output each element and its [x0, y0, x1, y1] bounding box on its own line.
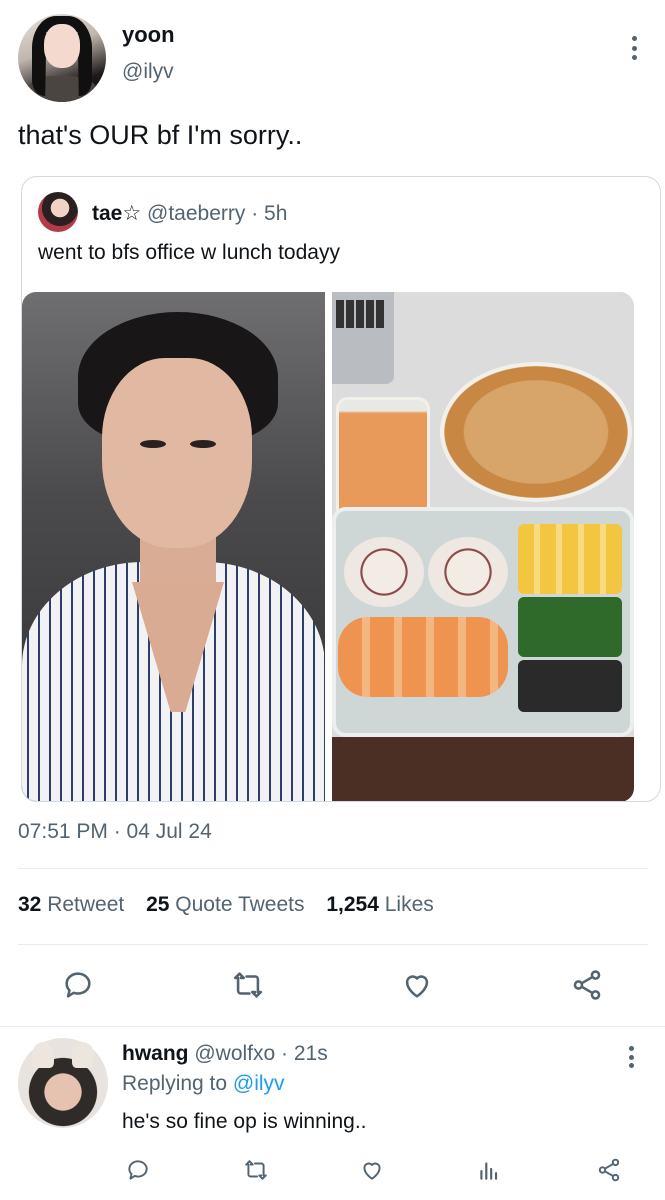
quotes-stat[interactable]: 25 Quote Tweets	[146, 893, 304, 916]
reply-icon	[65, 972, 91, 998]
reply-retweet-button[interactable]	[238, 1152, 274, 1188]
photo-soup-bowl	[440, 362, 632, 502]
author-name[interactable]: yoon	[122, 22, 175, 48]
share-icon	[598, 1158, 620, 1182]
heart-icon	[405, 975, 429, 998]
reply-author-handle[interactable]: @wolfxo	[194, 1042, 275, 1065]
reply-tweet[interactable]: hwang @wolfxo · 21s Replying to @ilyv he…	[0, 1030, 665, 1200]
author-handle[interactable]: @ilyv	[122, 60, 174, 84]
media-photo-lunch[interactable]	[332, 292, 634, 801]
retweet-button[interactable]	[225, 962, 271, 1008]
like-button[interactable]	[394, 962, 440, 1008]
share-button[interactable]	[564, 962, 610, 1008]
reply-more-options-icon[interactable]	[629, 1046, 635, 1068]
quoted-author-name: tae☆	[92, 202, 142, 225]
quoted-time-ago: · 5h	[251, 202, 288, 225]
reply-icon	[128, 1160, 148, 1180]
reply-action-bar	[0, 1152, 665, 1188]
reply-author-name[interactable]: hwang	[122, 1042, 189, 1065]
photo-laptop	[332, 292, 394, 384]
likes-stat[interactable]: 1,254 Likes	[326, 893, 433, 916]
divider	[18, 868, 648, 869]
reply-time-ago: · 21s	[281, 1042, 328, 1065]
photo-greens	[518, 597, 622, 657]
reply-analytics-button[interactable]	[471, 1152, 507, 1188]
retweet-icon	[245, 1160, 267, 1180]
photo-mushrooms	[518, 660, 622, 712]
photo-face	[102, 358, 252, 548]
tweet-timestamp: 07:51 PM · 04 Jul 24	[18, 820, 212, 843]
reply-meta: hwang @wolfxo · 21s	[122, 1042, 328, 1066]
tweet-text: that's OUR bf I'm sorry..	[18, 120, 303, 150]
reply-share-button[interactable]	[591, 1152, 627, 1188]
tweet-header: yoon @ilyv	[18, 14, 648, 106]
heart-icon	[363, 1162, 381, 1180]
photo-rice-ball	[344, 537, 424, 607]
retweet-icon	[233, 972, 263, 998]
tweet-action-bar	[0, 962, 665, 1008]
reply-reply-button[interactable]	[120, 1152, 156, 1188]
quoted-tweet-text: went to bfs office w lunch todayy	[38, 241, 340, 264]
reply-text: he's so fine op is winning..	[122, 1110, 367, 1133]
quoted-tweet-card[interactable]: tae☆ @taeberry · 5h went to bfs office w…	[21, 176, 661, 802]
photo-shrimp	[338, 617, 508, 697]
analytics-icon	[480, 1162, 498, 1180]
photo-egg	[518, 524, 622, 594]
reply-button[interactable]	[55, 962, 101, 1008]
retweets-stat[interactable]: 32 Retweet	[18, 893, 124, 916]
quoted-author-handle: @taeberry	[147, 202, 246, 225]
reply-author-avatar[interactable]	[18, 1038, 108, 1128]
tweet-stats: 32 Retweet 25 Quote Tweets 1,254 Likes	[18, 893, 434, 917]
replying-to-handle-link[interactable]: @ilyv	[233, 1072, 285, 1095]
photo-rice-ball	[428, 537, 508, 607]
media-photo-portrait[interactable]	[22, 292, 325, 801]
quoted-author-avatar	[38, 192, 78, 232]
share-icon	[573, 970, 601, 1000]
more-options-icon[interactable]	[632, 36, 638, 60]
photo-eye-right	[190, 440, 216, 448]
reply-like-button[interactable]	[354, 1152, 390, 1188]
avatar-face	[44, 24, 80, 68]
author-avatar[interactable]	[18, 14, 106, 102]
divider	[0, 1026, 665, 1027]
photo-eye-left	[140, 440, 166, 448]
divider	[18, 944, 648, 945]
replying-to-label: Replying to @ilyv	[122, 1072, 285, 1095]
photo-tray	[332, 737, 634, 801]
quoted-tweet-meta: tae☆ @taeberry · 5h	[92, 201, 287, 226]
